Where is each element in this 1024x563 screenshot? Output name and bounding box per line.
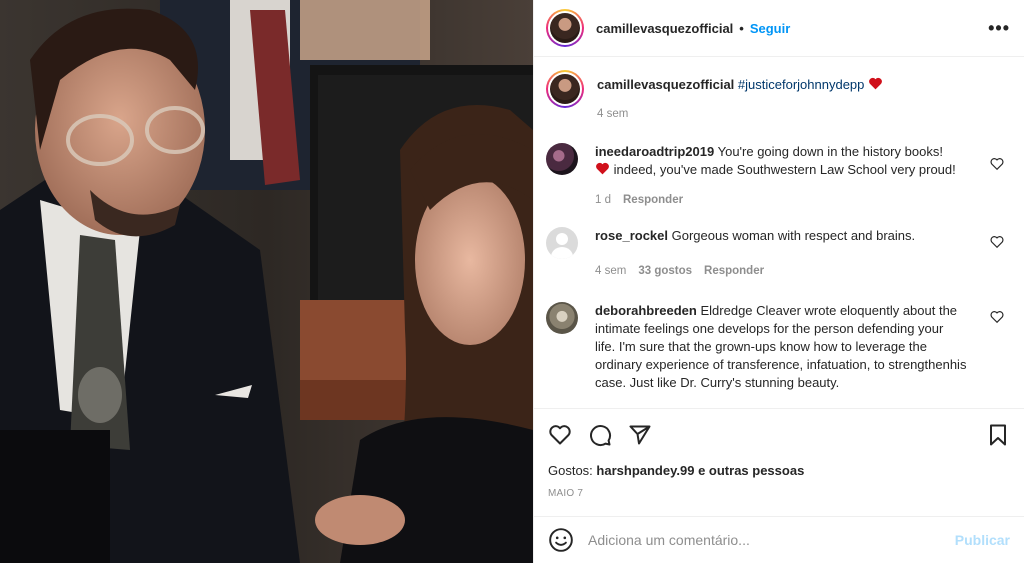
comment-time[interactable]: 4 sem (595, 262, 626, 280)
share-icon[interactable] (628, 423, 652, 447)
separator-dot: • (739, 20, 744, 36)
commenter-avatar-default[interactable] (546, 227, 578, 259)
likes-prefix: Gostos: (548, 463, 593, 478)
follow-button[interactable]: Seguir (750, 21, 790, 36)
comment-username[interactable]: ineedaroadtrip2019 (595, 144, 714, 159)
comment-item: ineedaroadtrip2019 You're going down in … (546, 143, 1008, 209)
post-date[interactable]: MAIO 7 (534, 488, 1024, 499)
red-heart-icon (596, 162, 609, 175)
bookmark-icon[interactable] (986, 423, 1010, 447)
author-username[interactable]: camillevasquezofficial (596, 21, 733, 36)
comment-text-continued: indeed, you've made Southwestern Law Sch… (613, 162, 956, 177)
reply-button[interactable]: Responder (704, 262, 764, 280)
caption-author-avatar[interactable] (546, 70, 584, 108)
author-avatar[interactable] (546, 9, 584, 47)
post-photo[interactable] (0, 0, 533, 563)
comment-username[interactable]: rose_rockel (595, 228, 668, 243)
like-comment-heart-icon[interactable] (990, 157, 1004, 171)
comment-text: You're going down in the history books! (717, 144, 943, 159)
comment-item: rose_rockel Gorgeous woman with respect … (546, 227, 1008, 280)
emoji-icon[interactable] (548, 527, 574, 553)
likes-others-link[interactable]: e outras pessoas (698, 463, 804, 478)
like-comment-heart-icon[interactable] (990, 310, 1004, 324)
heart-icon[interactable] (548, 423, 572, 447)
commenter-avatar[interactable] (546, 302, 578, 334)
commenter-avatar[interactable] (546, 143, 578, 175)
courtroom-photo-image (0, 0, 533, 563)
comment-input[interactable] (588, 532, 955, 548)
comment-icon[interactable] (588, 423, 612, 447)
comment-item: deborahbreeden Eldredge Cleaver wrote el… (546, 302, 1008, 392)
post-header: camillevasquezofficial • Seguir ••• (534, 0, 1024, 57)
likes-user-link[interactable]: harshpandey.99 (596, 463, 694, 478)
reply-button[interactable]: Responder (623, 191, 683, 209)
add-comment-bar: Publicar (534, 516, 1024, 563)
like-comment-heart-icon[interactable] (990, 235, 1004, 249)
more-icon[interactable]: ••• (988, 18, 1010, 39)
caption-hashtag[interactable]: #justiceforjohnnydepp (738, 77, 864, 92)
post-actions: Gostos: harshpandey.99 e outras pessoas … (534, 408, 1024, 516)
likes-summary: Gostos: harshpandey.99 e outras pessoas (534, 463, 1024, 478)
caption-username[interactable]: camillevasquezofficial (597, 77, 734, 92)
red-heart-icon (869, 77, 882, 90)
post-side-panel: camillevasquezofficial • Seguir ••• cami… (533, 0, 1024, 563)
publish-button[interactable]: Publicar (955, 532, 1010, 548)
comments-list[interactable]: camillevasquezofficial #justiceforjohnny… (534, 58, 1024, 408)
comment-text: Gorgeous woman with respect and brains. (671, 228, 916, 243)
caption-time[interactable]: 4 sem (597, 105, 628, 123)
caption: camillevasquezofficial #justiceforjohnny… (546, 70, 1008, 123)
comment-username[interactable]: deborahbreeden (595, 303, 697, 318)
comment-likes[interactable]: 33 gostos (638, 262, 692, 280)
comment-time[interactable]: 1 d (595, 191, 611, 209)
